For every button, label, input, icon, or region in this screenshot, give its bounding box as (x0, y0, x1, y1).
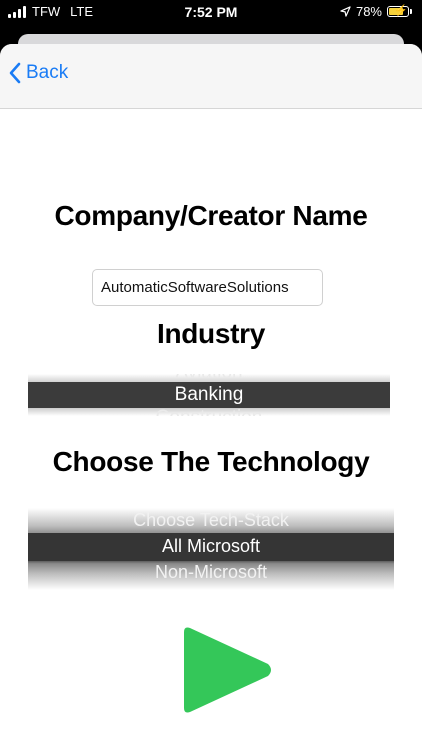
industry-picker[interactable]: Aviation Banking Construction (28, 374, 390, 416)
location-icon (340, 6, 351, 17)
technology-heading: Choose The Technology (52, 446, 370, 477)
industry-option[interactable]: Construction (28, 407, 390, 416)
navigation-bar: Back (0, 44, 422, 109)
industry-option[interactable]: Aviation (28, 374, 390, 384)
back-button[interactable]: Back (8, 62, 68, 84)
chevron-left-icon (9, 62, 21, 84)
technology-option[interactable]: Choose Tech-Stack (28, 510, 394, 531)
industry-heading: Industry (156, 318, 266, 349)
battery-icon: ⚡ (387, 5, 409, 17)
play-button[interactable] (172, 624, 276, 716)
technology-option[interactable]: Non-Microsoft (28, 562, 394, 583)
technology-option-selected[interactable]: All Microsoft (28, 536, 394, 557)
back-label: Back (26, 62, 69, 83)
status-right: 78% ⚡ (340, 4, 412, 19)
technology-picker[interactable]: Choose Tech-Stack All Microsoft Non-Micr… (28, 508, 394, 590)
industry-option-selected[interactable]: Banking (28, 384, 390, 406)
company-heading: Company/Creator Name (54, 200, 368, 231)
company-name-input[interactable] (92, 269, 323, 306)
screen: TFW LTE 7:52 PM 78% ⚡ Back Company/Creat… (0, 0, 422, 750)
modal-sheet: Back Company/Creator Name Industry Aviat… (0, 44, 422, 750)
status-bar: TFW LTE 7:52 PM 78% ⚡ (0, 0, 422, 26)
battery-percent: 78% (355, 4, 382, 19)
battery-cap (410, 9, 412, 14)
play-icon (184, 627, 271, 713)
charging-bolt-icon: ⚡ (394, 5, 408, 17)
